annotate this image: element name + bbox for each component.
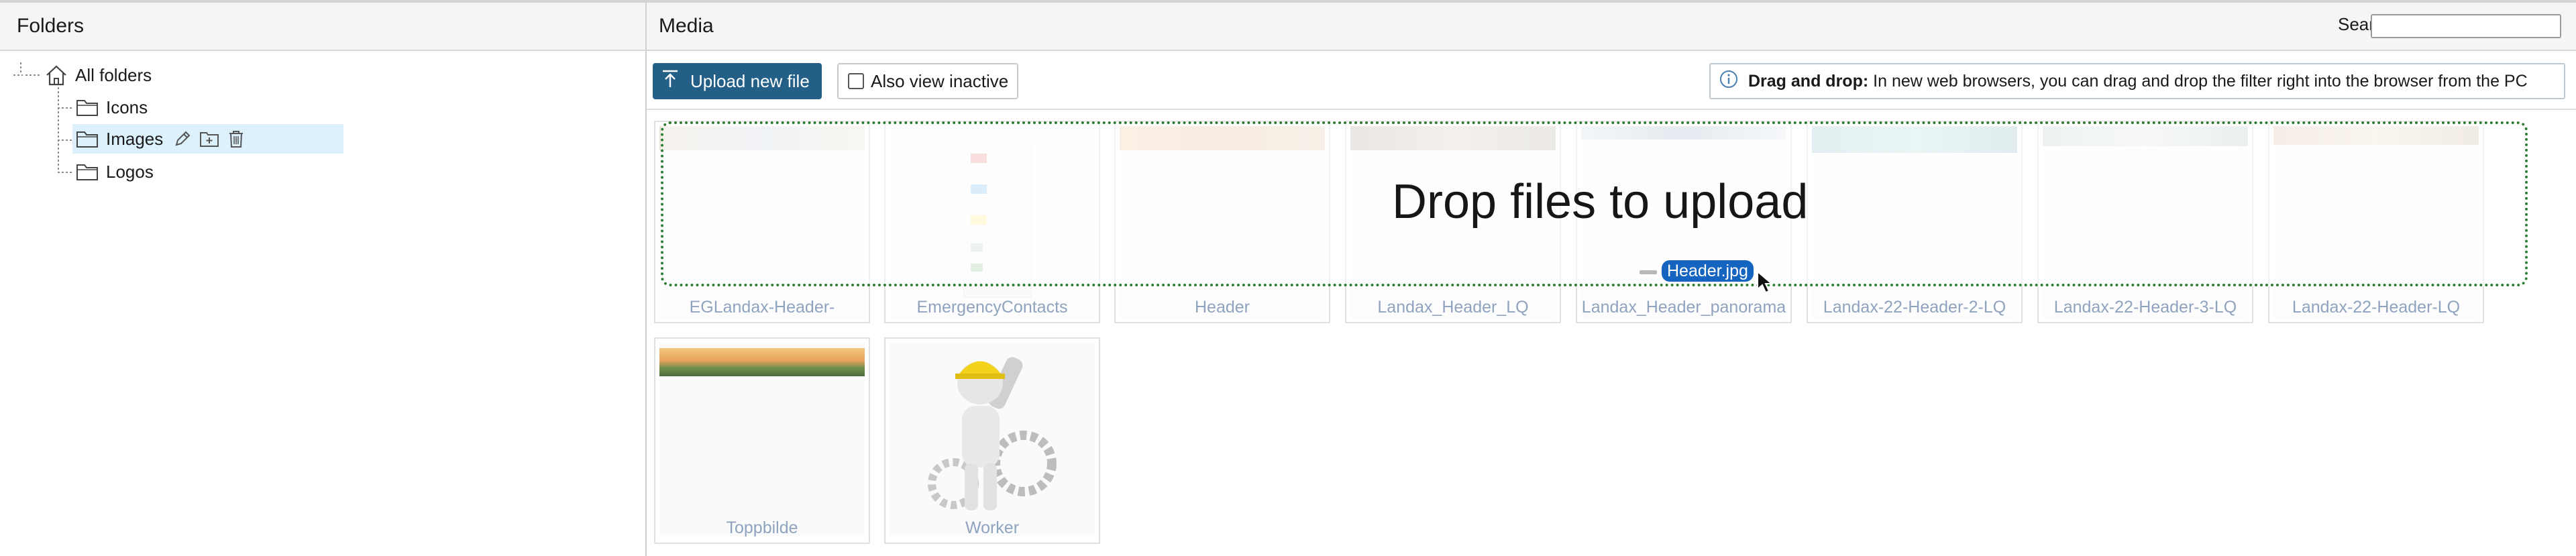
media-item-caption: EmergencyContacts xyxy=(916,298,1068,317)
drag-drop-info-banner: Drag and drop: In new web browsers, you … xyxy=(1709,63,2565,99)
media-item-caption: Landax_Header_panorama xyxy=(1581,298,1786,317)
folders-title: Folders xyxy=(17,15,85,37)
also-view-inactive-toggle[interactable]: Also view inactive xyxy=(837,63,1018,99)
media-item-caption: EGLandax-Header- xyxy=(689,298,835,317)
media-item-caption: Landax_Header_LQ xyxy=(1377,298,1529,317)
media-header: Media xyxy=(647,3,2576,51)
also-view-inactive-label: Also view inactive xyxy=(871,70,1009,91)
media-item-caption: Landax-22-Header-3-LQ xyxy=(2053,298,2237,317)
folder-icon xyxy=(75,127,99,151)
media-thumbnail xyxy=(659,343,865,536)
tree-item-images[interactable]: Images xyxy=(72,124,343,154)
folder-icon xyxy=(75,160,99,184)
dropzone-text: Drop files to upload xyxy=(1392,175,1809,229)
tree-item-logos[interactable]: Logos xyxy=(75,157,154,186)
folders-header: Folders xyxy=(0,3,645,51)
tree-connector xyxy=(58,107,74,109)
folder-icon xyxy=(75,95,99,119)
search-input[interactable] xyxy=(2371,14,2561,38)
media-item-caption: Worker xyxy=(965,518,1020,537)
info-text: In new web browsers, you can drag and dr… xyxy=(1873,71,2528,91)
mouse-pointer-icon xyxy=(1756,270,1774,294)
media-item-caption: Header xyxy=(1195,298,1250,317)
tree-connector xyxy=(20,62,21,74)
add-folder-icon[interactable] xyxy=(199,129,219,149)
thumbnail-image xyxy=(659,348,865,376)
edit-icon[interactable] xyxy=(172,129,193,149)
tree-item-all-folders[interactable]: All folders xyxy=(44,60,152,90)
upload-button-label: Upload new file xyxy=(690,70,810,91)
tree-item-label: Logos xyxy=(106,161,154,182)
media-item[interactable]: Worker xyxy=(884,337,1100,544)
media-item-caption: Toppbilde xyxy=(726,518,798,537)
tree-connector xyxy=(58,140,74,141)
thumbnail-image xyxy=(928,357,1057,510)
info-title: Drag and drop: xyxy=(1748,71,1869,91)
media-item-caption: Landax-22-Header-LQ xyxy=(2292,298,2461,317)
media-thumbnail xyxy=(890,343,1095,536)
info-icon xyxy=(1719,69,1739,94)
drag-ghost-marker xyxy=(1640,270,1657,274)
tree-item-icons[interactable]: Icons xyxy=(75,93,148,122)
media-item[interactable]: Toppbilde xyxy=(654,337,870,544)
delete-icon[interactable] xyxy=(226,129,246,149)
tree-connector xyxy=(13,74,23,76)
dragged-file-chip: Header.jpg xyxy=(1662,260,1754,282)
tree-connector xyxy=(58,87,59,173)
upload-icon xyxy=(661,69,680,94)
tree-item-label: Icons xyxy=(106,97,148,117)
home-icon xyxy=(44,63,68,87)
media-item-caption: Landax-22-Header-2-LQ xyxy=(1823,298,2006,317)
tree-connector xyxy=(25,74,40,76)
upload-new-file-button[interactable]: Upload new file xyxy=(653,63,822,99)
also-view-inactive-checkbox[interactable] xyxy=(848,73,864,89)
tree-item-label: Images xyxy=(106,128,164,149)
tree-item-label: All folders xyxy=(75,64,152,85)
tree-connector xyxy=(58,172,74,173)
media-title: Media xyxy=(659,15,714,37)
